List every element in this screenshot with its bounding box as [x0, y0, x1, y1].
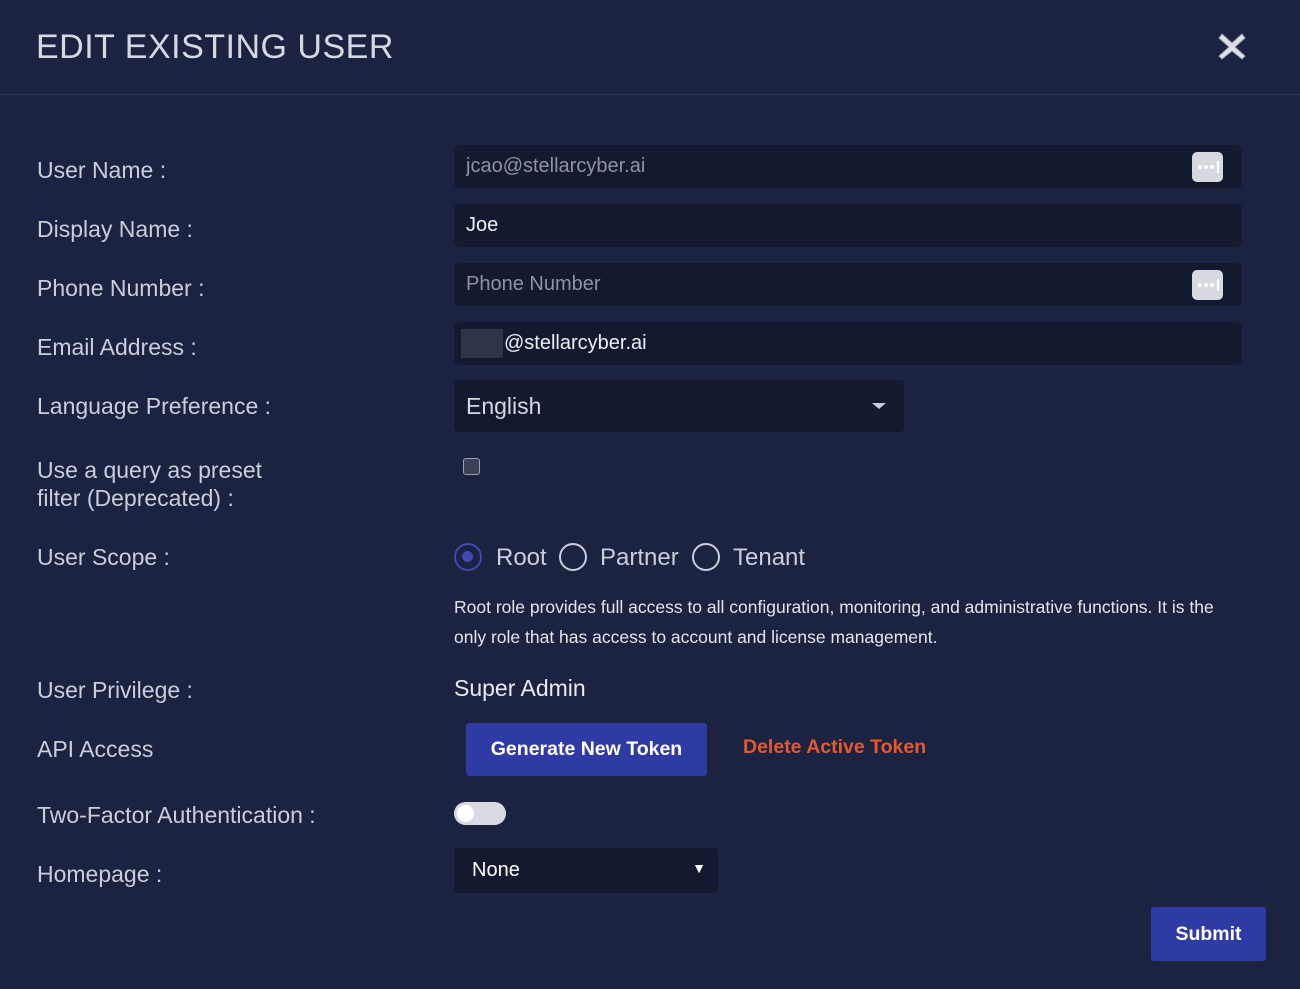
preset-filter-checkbox[interactable]	[463, 458, 480, 475]
display-name-label: Display Name :	[37, 216, 193, 242]
phone-number-label: Phone Number :	[37, 275, 205, 301]
radio-partner-label[interactable]: Partner	[600, 541, 679, 575]
two-factor-label: Two-Factor Authentication :	[37, 802, 316, 828]
user-privilege-value: Super Admin	[454, 675, 586, 701]
delete-token-link[interactable]: Delete Active Token	[743, 736, 926, 759]
user-name-label: User Name :	[37, 157, 167, 183]
email-address-label: Email Address :	[37, 334, 197, 360]
radio-tenant-label[interactable]: Tenant	[733, 541, 805, 575]
preset-filter-label-line2: filter (Deprecated) :	[37, 485, 234, 511]
radio-root[interactable]	[454, 543, 482, 571]
close-button[interactable]	[1216, 30, 1248, 62]
language-selected-value: English	[466, 393, 542, 419]
language-preference-label: Language Preference :	[37, 393, 272, 419]
phone-number-field[interactable]	[454, 263, 1242, 306]
modal-title: EDIT EXISTING USER	[36, 28, 394, 66]
user-scope-label: User Scope :	[37, 544, 170, 570]
user-privilege-label: User Privilege :	[37, 677, 193, 703]
password-manager-icon[interactable]	[1192, 152, 1223, 182]
password-manager-icon[interactable]	[1192, 270, 1223, 300]
display-name-input[interactable]	[466, 204, 1166, 247]
toggle-knob	[457, 805, 474, 822]
modal-header: EDIT EXISTING USER	[0, 0, 1300, 95]
display-name-field[interactable]	[454, 204, 1242, 247]
radio-tenant[interactable]	[692, 543, 720, 571]
redacted-block	[461, 329, 503, 358]
caret-down-icon	[872, 403, 886, 409]
language-select[interactable]: English	[454, 380, 904, 432]
scope-description-line1: Root role provides full access to all co…	[454, 597, 1214, 617]
radio-root-label[interactable]: Root	[496, 541, 547, 575]
homepage-selected-value: None	[472, 859, 520, 881]
two-factor-toggle[interactable]	[454, 802, 506, 825]
phone-number-input[interactable]	[466, 263, 1166, 306]
user-name-input[interactable]	[466, 145, 1166, 188]
api-access-label: API Access	[37, 736, 154, 762]
edit-user-modal: EDIT EXISTING USER User Name : Display N…	[0, 0, 1300, 989]
homepage-select[interactable]: None ▼	[454, 848, 718, 893]
email-address-field[interactable]: @stellarcyber.ai	[454, 322, 1242, 365]
preset-filter-label: Use a query as preset filter (Deprecated…	[37, 456, 262, 512]
user-scope-description: Root role provides full access to all co…	[454, 592, 1254, 652]
generate-token-button[interactable]: Generate New Token	[466, 723, 707, 776]
preset-filter-label-line1: Use a query as preset	[37, 457, 263, 483]
dropdown-arrow-icon: ▼	[692, 860, 706, 876]
submit-button[interactable]: Submit	[1151, 907, 1266, 961]
radio-partner[interactable]	[559, 543, 587, 571]
email-address-value[interactable]: @stellarcyber.ai	[504, 322, 647, 365]
close-icon	[1218, 33, 1246, 60]
user-name-field[interactable]	[454, 145, 1242, 188]
scope-description-line2: only role that has access to account and…	[454, 627, 938, 647]
homepage-label: Homepage :	[37, 861, 163, 887]
